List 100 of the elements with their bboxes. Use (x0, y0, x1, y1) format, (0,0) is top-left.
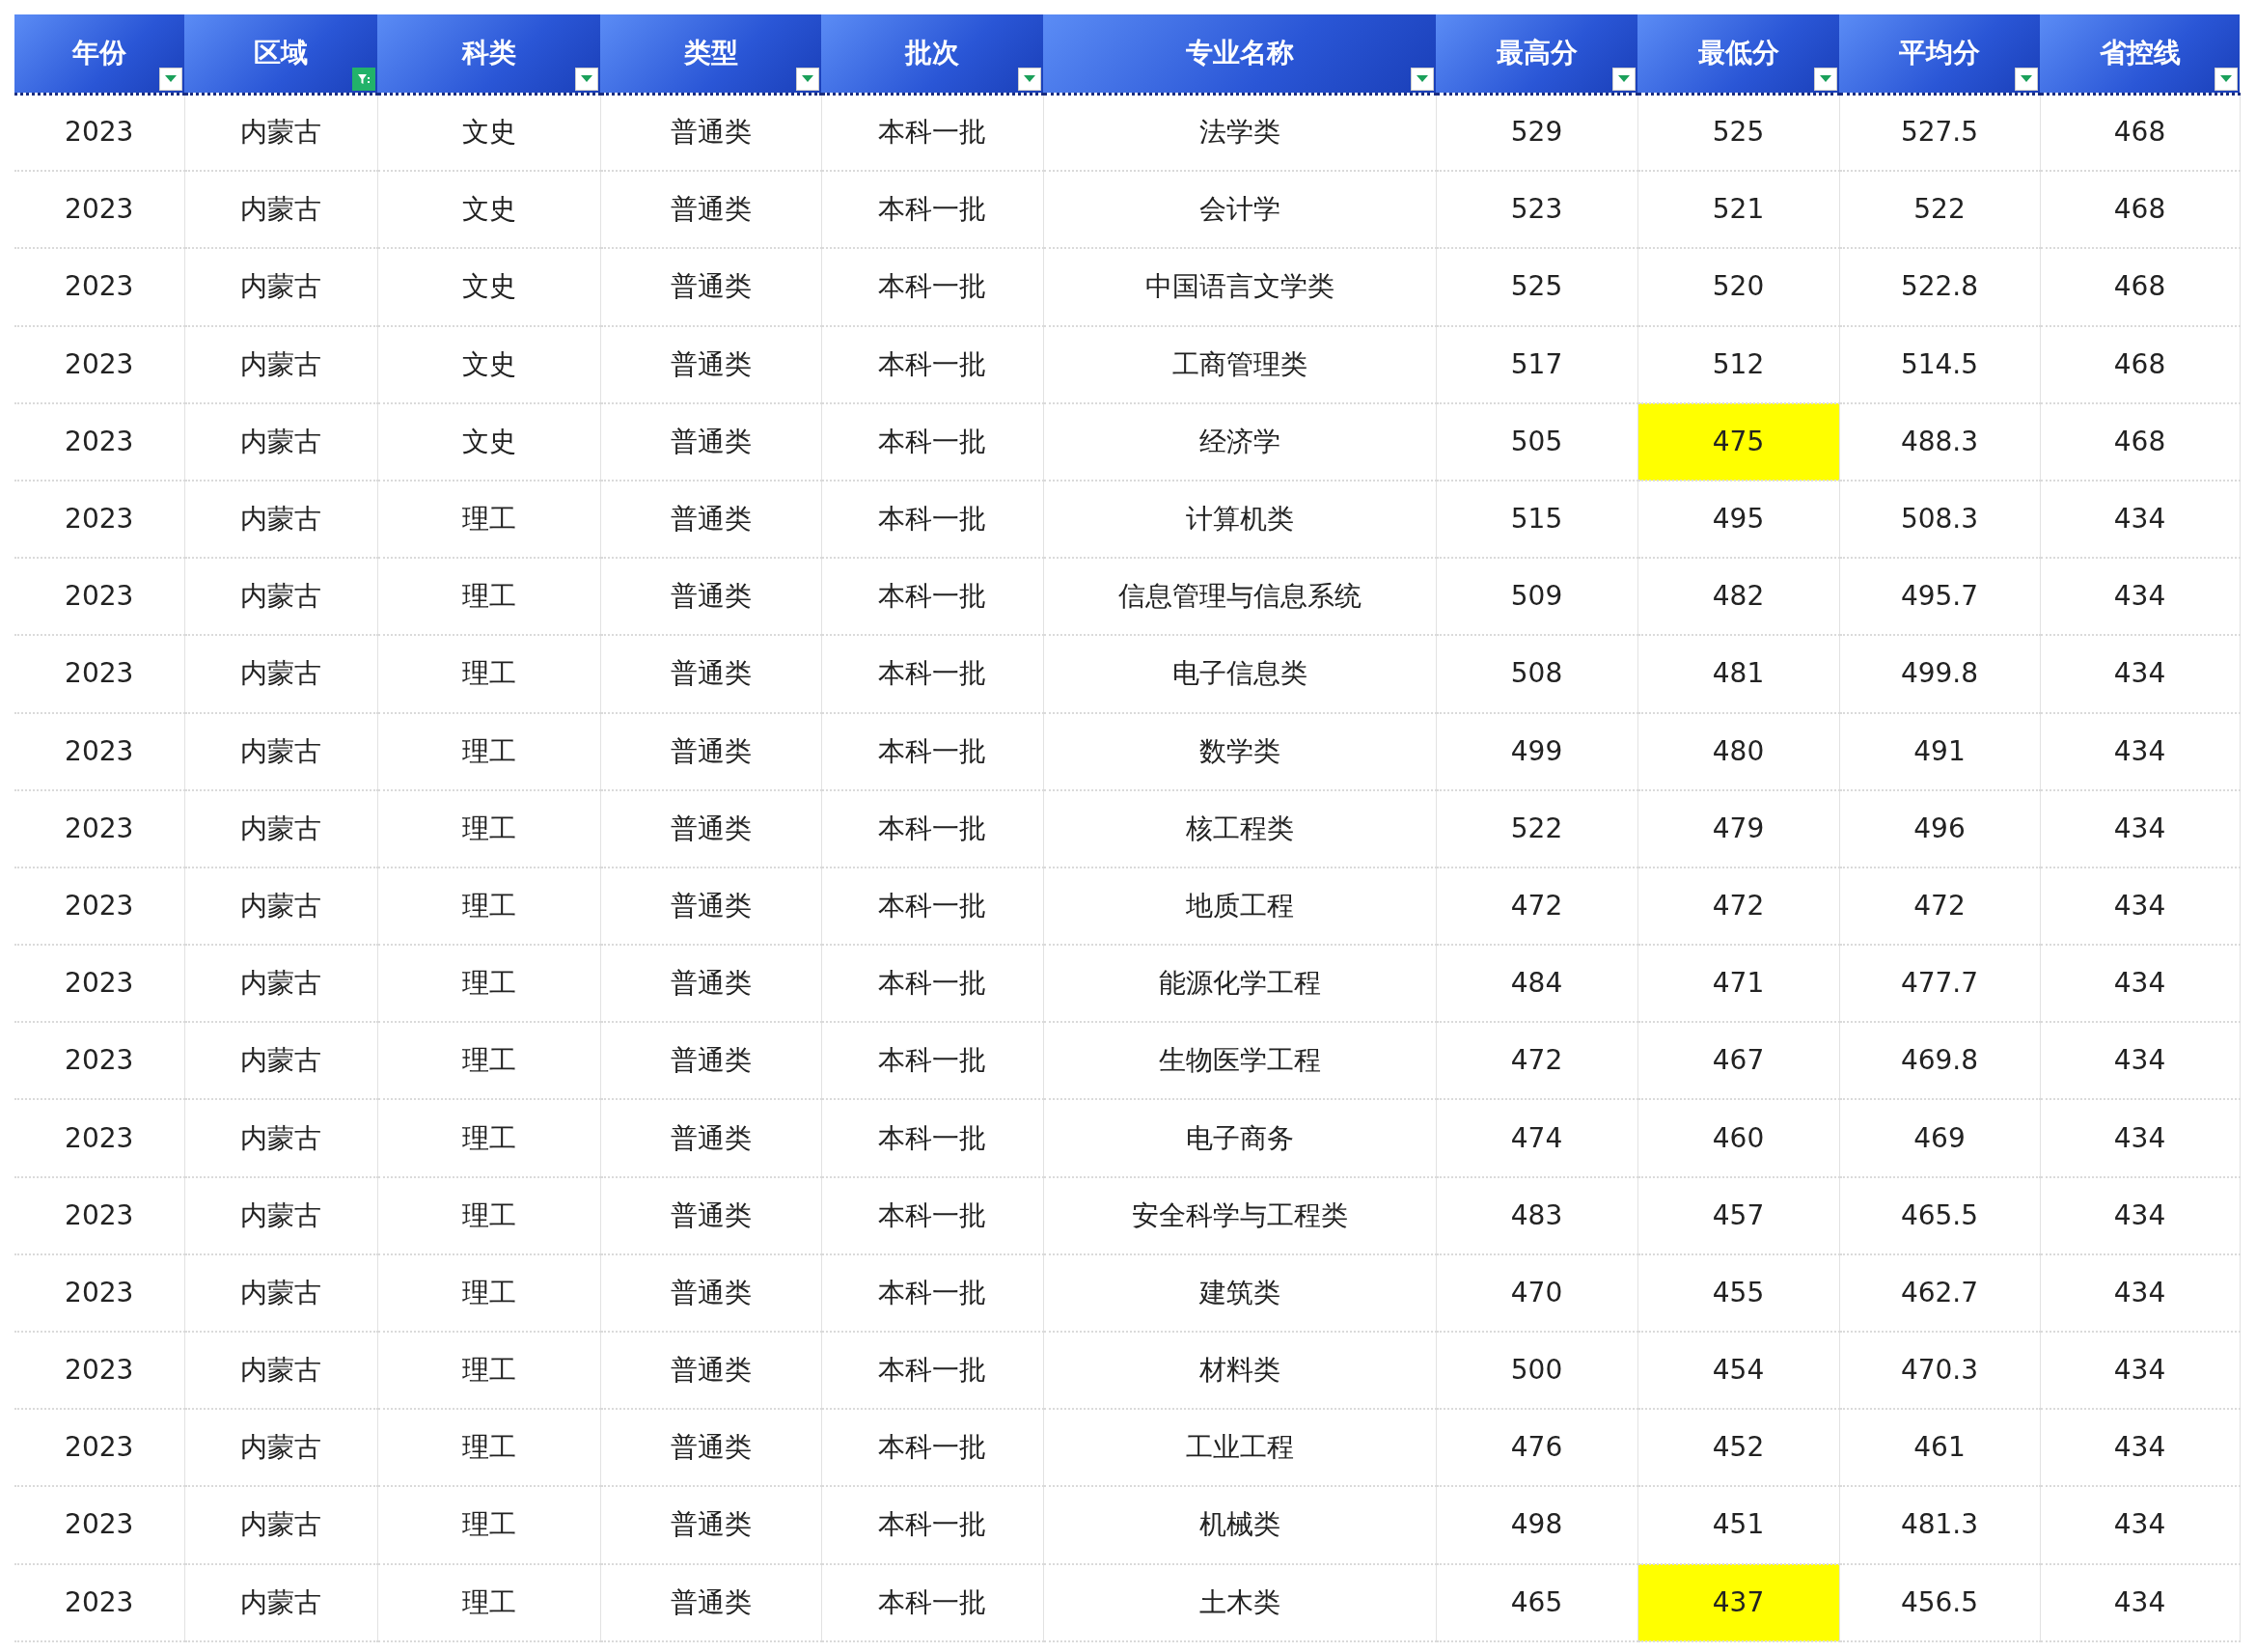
table-cell: 普通类 (600, 635, 821, 713)
table-cell: 2023 (14, 635, 184, 713)
table-cell: 理工 (377, 867, 600, 946)
filter-dropdown-button[interactable] (2215, 67, 2238, 91)
table-cell: 本科一批 (821, 789, 1043, 867)
column-header: 类型 (600, 14, 821, 94)
filter-dropdown-button[interactable] (1814, 67, 1837, 91)
filter-dropdown-button[interactable] (1018, 67, 1041, 91)
table-cell: 工商管理类 (1043, 325, 1436, 403)
table-cell: 内蒙古 (184, 1563, 377, 1641)
table-cell: 本科一批 (821, 712, 1043, 790)
table-cell: 普通类 (600, 1563, 821, 1641)
table-cell: 内蒙古 (184, 1099, 377, 1177)
table-cell: 455 (1637, 1253, 1839, 1332)
table-cell: 内蒙古 (184, 1176, 377, 1254)
table-cell: 会计学 (1043, 171, 1436, 249)
table-cell: 500 (1436, 1332, 1637, 1410)
table-cell: 480 (1637, 712, 1839, 790)
table-cell: 471 (1637, 945, 1839, 1023)
table-cell: 515 (1436, 480, 1637, 559)
table-cell: 理工 (377, 480, 600, 559)
table-cell: 434 (2040, 867, 2240, 946)
table-cell: 468 (2040, 94, 2240, 172)
table-cell: 内蒙古 (184, 635, 377, 713)
table-cell: 468 (2040, 171, 2240, 249)
table-cell: 理工 (377, 1253, 600, 1332)
table-cell: 本科一批 (821, 1099, 1043, 1177)
table-cell: 2023 (14, 867, 184, 946)
table-cell: 452 (1637, 1409, 1839, 1487)
table-cell: 文史 (377, 325, 600, 403)
table-cell: 2023 (14, 789, 184, 867)
table-cell: 481 (1637, 635, 1839, 713)
table-cell: 中国语言文学类 (1043, 248, 1436, 326)
table-cell: 482 (1637, 558, 1839, 636)
table-cell: 2023 (14, 1332, 184, 1410)
table-cell: 内蒙古 (184, 1332, 377, 1410)
table-cell: 核工程类 (1043, 789, 1436, 867)
table-cell: 普通类 (600, 94, 821, 172)
table-cell: 454 (1637, 1332, 1839, 1410)
table-cell: 456.5 (1839, 1563, 2040, 1641)
table-cell: 434 (2040, 1176, 2240, 1254)
table-cell: 本科一批 (821, 1253, 1043, 1332)
caret-icon (1024, 75, 1035, 82)
filter-dropdown-button[interactable] (1612, 67, 1636, 91)
table-cell: 498 (1436, 1486, 1637, 1564)
table-cell: 2023 (14, 1253, 184, 1332)
filter-dropdown-button[interactable] (159, 67, 182, 91)
table-cell: 文史 (377, 171, 600, 249)
table-cell: 522 (1436, 789, 1637, 867)
table-cell: 文史 (377, 248, 600, 326)
table-cell: 477.7 (1839, 945, 2040, 1023)
table-cell: 2023 (14, 248, 184, 326)
caret-icon (1417, 75, 1428, 82)
caret-icon (581, 75, 592, 82)
table-cell: 481.3 (1839, 1486, 2040, 1564)
table-cell: 2023 (14, 325, 184, 403)
table-cell: 数学类 (1043, 712, 1436, 790)
table-cell: 本科一批 (821, 1176, 1043, 1254)
table-cell: 527.5 (1839, 94, 2040, 172)
table-cell: 434 (2040, 789, 2240, 867)
table-cell: 本科一批 (821, 94, 1043, 172)
table-cell: 本科一批 (821, 1409, 1043, 1487)
table-cell: 465.5 (1839, 1176, 2040, 1254)
table-cell: 机械类 (1043, 1486, 1436, 1564)
column-header: 专业名称 (1043, 14, 1436, 94)
filter-dropdown-button[interactable] (796, 67, 819, 91)
filter-active-button[interactable] (352, 67, 375, 91)
table-cell: 522 (1839, 171, 2040, 249)
table-cell: 普通类 (600, 1409, 821, 1487)
table-cell: 生物医学工程 (1043, 1022, 1436, 1100)
column-header: 省控线 (2040, 14, 2240, 94)
table-cell: 2023 (14, 1099, 184, 1177)
table-cell: 2023 (14, 945, 184, 1023)
table-cell: 普通类 (600, 789, 821, 867)
column-header: 批次 (821, 14, 1043, 94)
table-cell: 483 (1436, 1176, 1637, 1254)
table-cell: 523 (1436, 171, 1637, 249)
table-cell: 476 (1436, 1409, 1637, 1487)
table-cell: 2023 (14, 1486, 184, 1564)
table-cell: 434 (2040, 712, 2240, 790)
filter-dropdown-button[interactable] (2015, 67, 2038, 91)
filter-dropdown-button[interactable] (575, 67, 598, 91)
table-cell: 499.8 (1839, 635, 2040, 713)
table-cell: 理工 (377, 712, 600, 790)
column-header: 科类 (377, 14, 600, 94)
table-cell: 内蒙古 (184, 1253, 377, 1332)
table-cell: 2023 (14, 402, 184, 481)
table-cell: 2023 (14, 480, 184, 559)
table-cell: 457 (1637, 1176, 1839, 1254)
table-cell: 理工 (377, 1176, 600, 1254)
table-cell: 434 (2040, 1253, 2240, 1332)
table-cell: 普通类 (600, 867, 821, 946)
table-cell: 本科一批 (821, 945, 1043, 1023)
table-cell: 内蒙古 (184, 789, 377, 867)
table-cell: 472 (1436, 867, 1637, 946)
filter-dropdown-button[interactable] (1411, 67, 1434, 91)
table-cell: 内蒙古 (184, 402, 377, 481)
table-cell: 材料类 (1043, 1332, 1436, 1410)
table-cell: 472 (1637, 867, 1839, 946)
table-cell: 434 (2040, 480, 2240, 559)
